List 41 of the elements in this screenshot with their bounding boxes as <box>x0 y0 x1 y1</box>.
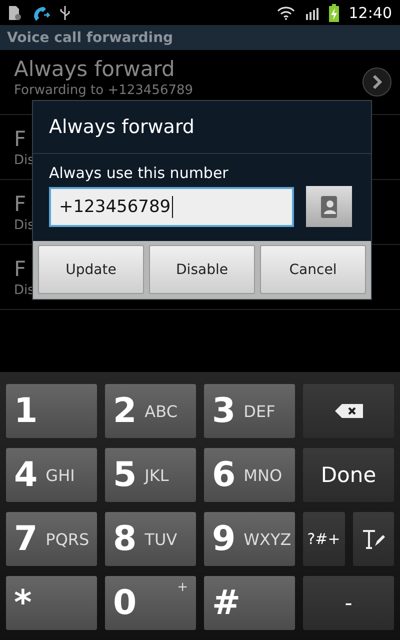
battery-icon <box>328 4 339 22</box>
phone-forward-icon <box>32 4 50 20</box>
setting-subtitle: Forwarding to +123456789 <box>14 83 194 99</box>
dialog-button[interactable]: Update <box>38 245 144 294</box>
number-field[interactable]: +123456789 <box>49 186 294 226</box>
clock: 12:40 <box>348 4 392 22</box>
contacts-button[interactable] <box>306 186 352 227</box>
dialog-title: Always forward <box>49 116 194 138</box>
sim-settings-icon <box>8 4 22 20</box>
keypad-key[interactable]: 0 + <box>105 576 196 630</box>
setting-title: F <box>14 256 28 283</box>
keypad-key[interactable]: 5 JKL <box>105 448 196 502</box>
keypad-key[interactable]: 9 WXYZ <box>204 512 295 566</box>
signal-icon <box>304 6 319 20</box>
symbols-key[interactable]: ?#+ <box>303 512 344 566</box>
keypad-key[interactable]: 4 GHI <box>6 448 97 502</box>
field-label: Always use this number <box>49 164 230 182</box>
keypad-key[interactable]: 1 <box>6 384 97 438</box>
keypad-key[interactable]: Done <box>303 448 394 502</box>
keypad-key[interactable]: - <box>303 576 394 630</box>
contact-card-icon <box>319 194 339 218</box>
setting-title: F <box>14 191 28 218</box>
screen-title: Voice call forwarding <box>7 30 174 46</box>
chevron-icon[interactable] <box>362 67 392 97</box>
keypad-key[interactable]: 6 MNO <box>204 448 295 502</box>
keypad-key[interactable]: 3 DEF <box>204 384 295 438</box>
backspace-icon <box>334 403 364 419</box>
wifi-icon <box>276 6 295 20</box>
keypad-key[interactable]: 7 PQRS <box>6 512 97 566</box>
backspace-key[interactable] <box>303 384 394 438</box>
setting-title: Always forward <box>14 56 176 83</box>
keypad-key[interactable]: # <box>204 576 295 630</box>
text-mode-key[interactable] <box>352 512 394 566</box>
keypad-key[interactable]: 8 TUV <box>105 512 196 566</box>
usb-icon <box>60 4 70 20</box>
dialog-button[interactable]: Cancel <box>260 245 366 294</box>
setting-title: F <box>14 126 28 153</box>
text-pencil-icon <box>361 528 386 550</box>
keypad-key[interactable]: * <box>6 576 97 630</box>
keypad-key[interactable]: 2 ABC <box>105 384 196 438</box>
dialog-button[interactable]: Disable <box>149 245 255 294</box>
